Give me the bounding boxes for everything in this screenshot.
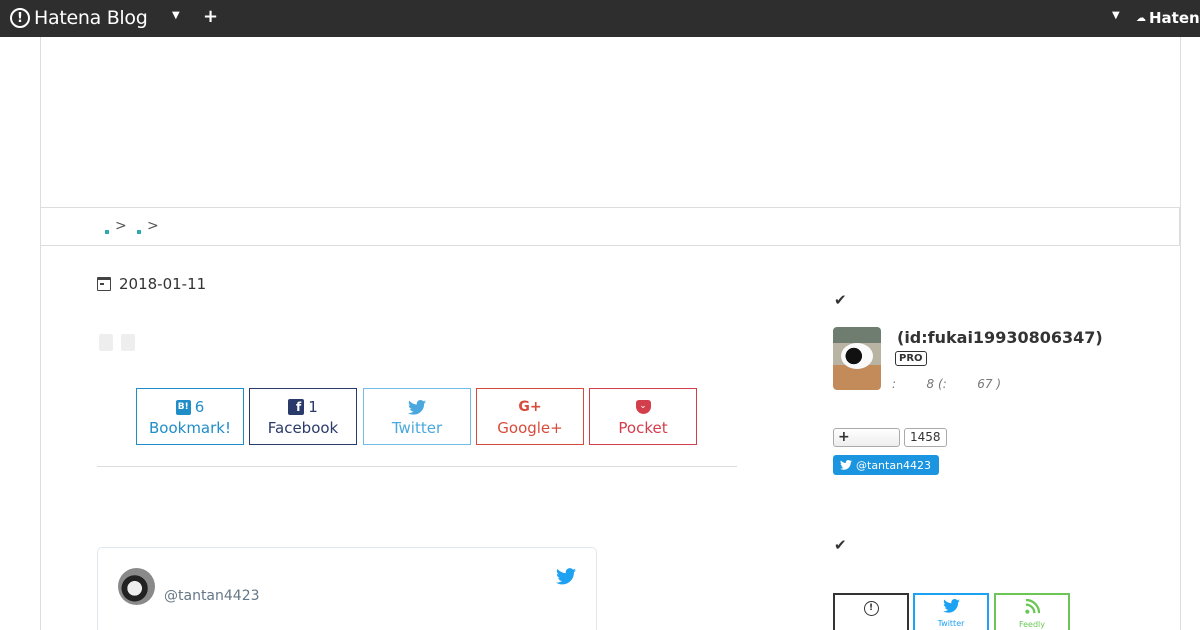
breadcrumb-separator: > bbox=[115, 218, 127, 234]
cat-photo bbox=[841, 343, 873, 369]
blog-menu-chevron-down-icon[interactable]: ▼ bbox=[172, 10, 180, 21]
entry-date-text: 2018-01-11 bbox=[119, 275, 207, 293]
tweet-author-handle[interactable]: @tantan4423 bbox=[164, 588, 260, 604]
hatena-link[interactable]: ☁ Haten bbox=[1136, 9, 1200, 27]
breadcrumb-item-category[interactable]: > bbox=[137, 218, 159, 234]
twitter-share-button[interactable]: Twitter bbox=[363, 388, 471, 445]
hatena-bookmark-button[interactable]: B! 6 Bookmark! bbox=[136, 388, 244, 445]
tweet-author-avatar[interactable] bbox=[118, 568, 155, 605]
hatena-blog-logo[interactable]: ! Hatena Blog bbox=[10, 7, 148, 29]
bookmark-label: Bookmark! bbox=[148, 419, 231, 437]
pocket-label: Pocket bbox=[618, 419, 668, 437]
entry-date[interactable]: 2018-01-11 bbox=[97, 275, 206, 293]
twitter-follow-button[interactable]: @tantan4423 bbox=[833, 455, 939, 475]
profile-avatar[interactable] bbox=[833, 327, 881, 390]
global-header: ! Hatena Blog ▼ + ▼ ☁ Haten bbox=[0, 0, 1200, 37]
twitter-label: Twitter bbox=[391, 419, 443, 437]
twitter-bird-icon bbox=[840, 460, 852, 470]
hatena-logo-icon: ! bbox=[10, 8, 30, 28]
googleplus-label: Google+ bbox=[497, 419, 563, 437]
breadcrumb-link-marker bbox=[105, 230, 109, 234]
entry-title-glyph bbox=[99, 334, 113, 351]
calendar-icon bbox=[97, 277, 111, 291]
user-menu-chevron-down-icon[interactable]: ▼ bbox=[1112, 10, 1120, 21]
subscribe-feedly-button[interactable]: Feedly bbox=[994, 593, 1070, 630]
plus-icon: + bbox=[838, 429, 850, 445]
twitter-bird-icon bbox=[408, 399, 426, 415]
google-plus-icon: G+ bbox=[518, 399, 542, 415]
subscribe-twitter-button[interactable]: Twitter bbox=[913, 593, 989, 630]
follow-blog-button[interactable]: + bbox=[833, 428, 900, 447]
subscribe-hatena-button[interactable]: ! bbox=[833, 593, 909, 630]
breadcrumb-link-marker bbox=[137, 230, 141, 234]
new-post-plus-icon[interactable]: + bbox=[203, 6, 218, 27]
logo-text: Hatena Blog bbox=[34, 7, 148, 29]
share-divider bbox=[97, 466, 737, 467]
entry-title-glyph bbox=[121, 334, 135, 351]
facebook-label: Facebook bbox=[267, 419, 339, 437]
embedded-tweet-card[interactable]: @tantan4423 bbox=[97, 547, 597, 630]
follower-count: 1458 bbox=[904, 428, 947, 447]
breadcrumb: > > bbox=[40, 207, 1180, 246]
breadcrumb-item-home[interactable]: > bbox=[105, 218, 127, 234]
rss-icon bbox=[1024, 598, 1040, 614]
facebook-share-button[interactable]: f1 Facebook bbox=[249, 388, 357, 445]
profile-stats: : 8 (: 67 ) bbox=[892, 377, 1002, 391]
hatena-label: Haten bbox=[1149, 9, 1200, 27]
hatena-cloud-icon: ☁ bbox=[1136, 12, 1146, 24]
profile-id[interactable]: (id:fukai19930806347) bbox=[897, 328, 1103, 347]
bookmark-count: 6 bbox=[194, 398, 205, 416]
breadcrumb-separator: > bbox=[147, 218, 159, 234]
hatena-bookmark-icon: B! bbox=[175, 399, 191, 415]
profile-section-check-icon: ✔ bbox=[834, 291, 847, 309]
twitter-follow-handle: @tantan4423 bbox=[856, 458, 932, 472]
subscribe-section-check-icon: ✔ bbox=[834, 536, 847, 554]
facebook-icon: f bbox=[288, 399, 305, 415]
hatena-logo-icon: ! bbox=[863, 601, 879, 616]
subscribe-twitter-label: Twitter bbox=[937, 619, 965, 628]
google-plus-share-button[interactable]: G+ Google+ bbox=[476, 388, 584, 445]
pocket-share-button[interactable]: ⌄ Pocket bbox=[589, 388, 697, 445]
facebook-count: 1 bbox=[308, 398, 318, 416]
pocket-icon: ⌄ bbox=[635, 400, 651, 414]
twitter-bird-icon[interactable] bbox=[556, 568, 576, 585]
subscribe-feedly-label: Feedly bbox=[1018, 620, 1046, 629]
twitter-bird-icon bbox=[942, 599, 960, 613]
pro-badge: PRO bbox=[895, 351, 927, 366]
